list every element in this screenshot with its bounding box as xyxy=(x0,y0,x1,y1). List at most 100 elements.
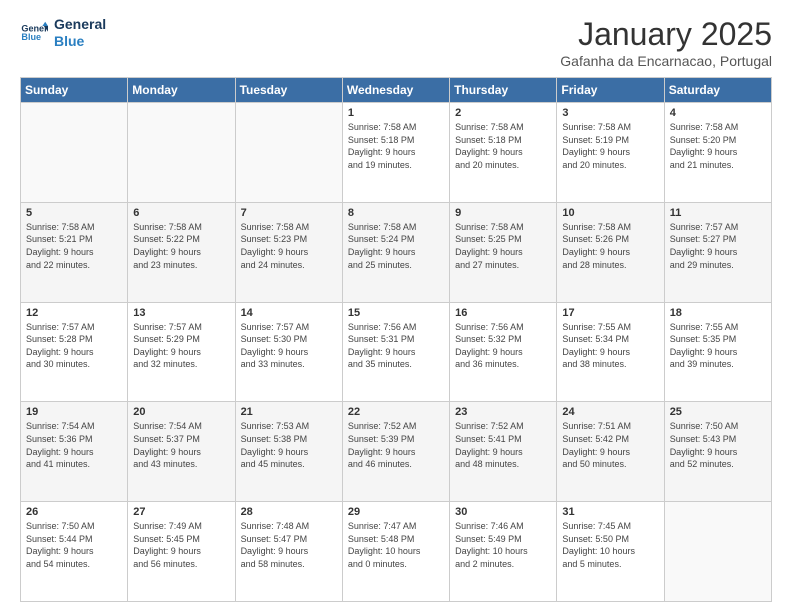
weekday-header-monday: Monday xyxy=(128,78,235,103)
day-cell: 27 Sunrise: 7:49 AM Sunset: 5:45 PM Dayli… xyxy=(128,502,235,602)
day-info: Sunrise: 7:50 AM Sunset: 5:43 PM Dayligh… xyxy=(670,420,766,470)
day-cell: 25 Sunrise: 7:50 AM Sunset: 5:43 PM Dayli… xyxy=(664,402,771,502)
day-cell: 3Sunrise: 7:58 AM Sunset: 5:19 PM Daylig… xyxy=(557,103,664,203)
day-number: 2 xyxy=(455,107,551,119)
day-number: 13 xyxy=(133,307,229,319)
day-info: Sunrise: 7:57 AM Sunset: 5:27 PM Dayligh… xyxy=(670,221,766,271)
day-info: Sunrise: 7:47 AM Sunset: 5:48 PM Dayligh… xyxy=(348,520,444,570)
day-info: Sunrise: 7:45 AM Sunset: 5:50 PM Dayligh… xyxy=(562,520,658,570)
header: General Blue General Blue January 2025 G… xyxy=(20,16,772,69)
day-number: 23 xyxy=(455,406,551,418)
day-number: 22 xyxy=(348,406,444,418)
day-number: 30 xyxy=(455,506,551,518)
location-subtitle: Gafanha da Encarnacao, Portugal xyxy=(560,53,772,69)
day-cell: 1Sunrise: 7:58 AM Sunset: 5:18 PM Daylig… xyxy=(342,103,449,203)
day-info: Sunrise: 7:54 AM Sunset: 5:36 PM Dayligh… xyxy=(26,420,122,470)
day-info: Sunrise: 7:58 AM Sunset: 5:24 PM Dayligh… xyxy=(348,221,444,271)
day-cell: 15Sunrise: 7:56 AM Sunset: 5:31 PM Dayli… xyxy=(342,302,449,402)
day-number: 20 xyxy=(133,406,229,418)
weekday-header-sunday: Sunday xyxy=(21,78,128,103)
day-number: 16 xyxy=(455,307,551,319)
title-block: January 2025 Gafanha da Encarnacao, Port… xyxy=(560,16,772,69)
day-cell: 28 Sunrise: 7:48 AM Sunset: 5:47 PM Dayli… xyxy=(235,502,342,602)
day-cell xyxy=(21,103,128,203)
day-number: 19 xyxy=(26,406,122,418)
weekday-header-thursday: Thursday xyxy=(450,78,557,103)
day-cell: 19 Sunrise: 7:54 AM Sunset: 5:36 PM Dayli… xyxy=(21,402,128,502)
day-cell xyxy=(235,103,342,203)
day-info: Sunrise: 7:46 AM Sunset: 5:49 PM Dayligh… xyxy=(455,520,551,570)
day-number: 9 xyxy=(455,207,551,219)
day-number: 21 xyxy=(241,406,337,418)
day-cell xyxy=(128,103,235,203)
calendar-header-row: SundayMondayTuesdayWednesdayThursdayFrid… xyxy=(21,78,772,103)
day-cell: 13 Sunrise: 7:57 AM Sunset: 5:29 PM Dayli… xyxy=(128,302,235,402)
day-cell: 5 Sunrise: 7:58 AM Sunset: 5:21 PM Daylig… xyxy=(21,202,128,302)
day-number: 29 xyxy=(348,506,444,518)
day-info: Sunrise: 7:50 AM Sunset: 5:44 PM Dayligh… xyxy=(26,520,122,570)
logo-text-general: General xyxy=(54,16,106,33)
day-cell: 26 Sunrise: 7:50 AM Sunset: 5:44 PM Dayli… xyxy=(21,502,128,602)
day-cell: 20Sunrise: 7:54 AM Sunset: 5:37 PM Dayli… xyxy=(128,402,235,502)
day-cell: 14 Sunrise: 7:57 AM Sunset: 5:30 PM Dayli… xyxy=(235,302,342,402)
day-number: 26 xyxy=(26,506,122,518)
day-number: 5 xyxy=(26,207,122,219)
day-info: Sunrise: 7:57 AM Sunset: 5:28 PM Dayligh… xyxy=(26,321,122,371)
day-info: Sunrise: 7:52 AM Sunset: 5:41 PM Dayligh… xyxy=(455,420,551,470)
month-title: January 2025 xyxy=(560,16,772,53)
day-info: Sunrise: 7:55 AM Sunset: 5:35 PM Dayligh… xyxy=(670,321,766,371)
day-cell xyxy=(664,502,771,602)
logo: General Blue General Blue xyxy=(20,16,106,50)
day-cell: 12Sunrise: 7:57 AM Sunset: 5:28 PM Dayli… xyxy=(21,302,128,402)
weekday-header-friday: Friday xyxy=(557,78,664,103)
day-info: Sunrise: 7:57 AM Sunset: 5:29 PM Dayligh… xyxy=(133,321,229,371)
day-info: Sunrise: 7:58 AM Sunset: 5:21 PM Dayligh… xyxy=(26,221,122,271)
day-info: Sunrise: 7:56 AM Sunset: 5:32 PM Dayligh… xyxy=(455,321,551,371)
week-row-3: 12Sunrise: 7:57 AM Sunset: 5:28 PM Dayli… xyxy=(21,302,772,402)
weekday-header-saturday: Saturday xyxy=(664,78,771,103)
day-info: Sunrise: 7:49 AM Sunset: 5:45 PM Dayligh… xyxy=(133,520,229,570)
svg-text:Blue: Blue xyxy=(21,32,41,42)
day-number: 3 xyxy=(562,107,658,119)
day-cell: 18 Sunrise: 7:55 AM Sunset: 5:35 PM Dayli… xyxy=(664,302,771,402)
day-number: 1 xyxy=(348,107,444,119)
day-cell: 6Sunrise: 7:58 AM Sunset: 5:22 PM Daylig… xyxy=(128,202,235,302)
day-number: 18 xyxy=(670,307,766,319)
day-number: 27 xyxy=(133,506,229,518)
day-cell: 22 Sunrise: 7:52 AM Sunset: 5:39 PM Dayli… xyxy=(342,402,449,502)
day-cell: 24 Sunrise: 7:51 AM Sunset: 5:42 PM Dayli… xyxy=(557,402,664,502)
day-info: Sunrise: 7:58 AM Sunset: 5:26 PM Dayligh… xyxy=(562,221,658,271)
page: General Blue General Blue January 2025 G… xyxy=(0,0,792,612)
day-cell: 9 Sunrise: 7:58 AM Sunset: 5:25 PM Daylig… xyxy=(450,202,557,302)
day-cell: 21 Sunrise: 7:53 AM Sunset: 5:38 PM Dayli… xyxy=(235,402,342,502)
day-cell: 31Sunrise: 7:45 AM Sunset: 5:50 PM Dayli… xyxy=(557,502,664,602)
day-info: Sunrise: 7:58 AM Sunset: 5:25 PM Dayligh… xyxy=(455,221,551,271)
day-number: 10 xyxy=(562,207,658,219)
day-number: 24 xyxy=(562,406,658,418)
logo-icon: General Blue xyxy=(20,19,48,47)
day-info: Sunrise: 7:48 AM Sunset: 5:47 PM Dayligh… xyxy=(241,520,337,570)
day-cell: 23 Sunrise: 7:52 AM Sunset: 5:41 PM Dayli… xyxy=(450,402,557,502)
day-cell: 17Sunrise: 7:55 AM Sunset: 5:34 PM Dayli… xyxy=(557,302,664,402)
weekday-header-tuesday: Tuesday xyxy=(235,78,342,103)
day-number: 6 xyxy=(133,207,229,219)
week-row-4: 19 Sunrise: 7:54 AM Sunset: 5:36 PM Dayli… xyxy=(21,402,772,502)
day-info: Sunrise: 7:53 AM Sunset: 5:38 PM Dayligh… xyxy=(241,420,337,470)
day-number: 8 xyxy=(348,207,444,219)
day-info: Sunrise: 7:57 AM Sunset: 5:30 PM Dayligh… xyxy=(241,321,337,371)
day-number: 7 xyxy=(241,207,337,219)
week-row-1: 1Sunrise: 7:58 AM Sunset: 5:18 PM Daylig… xyxy=(21,103,772,203)
day-cell: 7 Sunrise: 7:58 AM Sunset: 5:23 PM Daylig… xyxy=(235,202,342,302)
day-cell: 11Sunrise: 7:57 AM Sunset: 5:27 PM Dayli… xyxy=(664,202,771,302)
day-cell: 4Sunrise: 7:58 AM Sunset: 5:20 PM Daylig… xyxy=(664,103,771,203)
day-info: Sunrise: 7:58 AM Sunset: 5:20 PM Dayligh… xyxy=(670,121,766,171)
day-number: 17 xyxy=(562,307,658,319)
calendar-table: SundayMondayTuesdayWednesdayThursdayFrid… xyxy=(20,77,772,602)
day-number: 14 xyxy=(241,307,337,319)
day-info: Sunrise: 7:58 AM Sunset: 5:23 PM Dayligh… xyxy=(241,221,337,271)
day-number: 28 xyxy=(241,506,337,518)
day-number: 25 xyxy=(670,406,766,418)
logo-text-blue: Blue xyxy=(54,33,106,50)
day-info: Sunrise: 7:52 AM Sunset: 5:39 PM Dayligh… xyxy=(348,420,444,470)
day-info: Sunrise: 7:51 AM Sunset: 5:42 PM Dayligh… xyxy=(562,420,658,470)
